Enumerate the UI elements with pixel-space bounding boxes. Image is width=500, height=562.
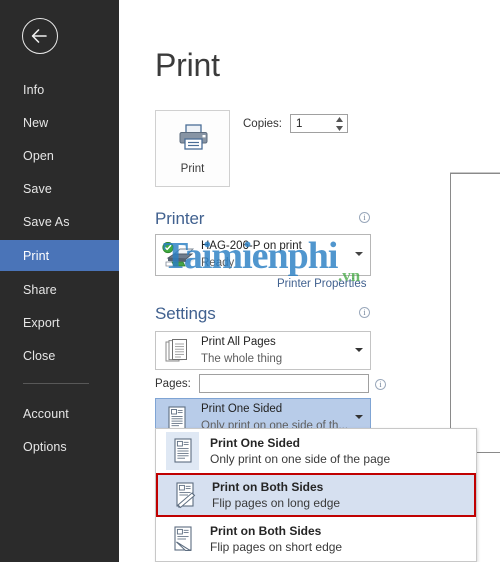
- sidebar-item-save[interactable]: Save: [0, 173, 119, 204]
- sidebar-item-label: Save: [23, 181, 52, 196]
- chevron-down-icon[interactable]: [355, 252, 363, 256]
- printer-section-heading: Printer: [155, 209, 205, 228]
- dropdown-item-both-sides-long-edge[interactable]: Print on Both Sides Flip pages on long e…: [156, 473, 476, 517]
- dropdown-item-one-sided[interactable]: Print One Sided Only print on one side o…: [156, 429, 476, 473]
- chevron-down-icon[interactable]: [355, 415, 363, 419]
- pages-input[interactable]: [199, 374, 369, 393]
- sidebar-item-share[interactable]: Share: [0, 274, 119, 305]
- sidebar-item-print[interactable]: Print: [0, 240, 119, 271]
- sidebar-item-new[interactable]: New: [0, 107, 119, 138]
- sidebar-item-label: Info: [23, 82, 45, 97]
- copies-control: Copies: 1: [243, 114, 348, 133]
- print-range-subtitle: The whole thing: [201, 353, 283, 365]
- all-pages-icon: [165, 339, 189, 369]
- spinner-updown-icon[interactable]: [335, 116, 344, 132]
- print-button-label: Print: [180, 162, 205, 175]
- sidebar-item-label: Share: [23, 282, 57, 297]
- settings-section-heading: Settings: [155, 304, 216, 323]
- info-icon[interactable]: i: [375, 379, 386, 390]
- sidebar-divider: [23, 383, 89, 384]
- dropdown-item-text: Print on Both Sides Flip pages on long e…: [212, 480, 340, 510]
- print-sides-dropdown-menu: Print One Sided Only print on one side o…: [155, 428, 477, 562]
- page-title: Print: [155, 47, 220, 83]
- sidebar-item-options[interactable]: Options: [0, 431, 119, 462]
- sidebar-item-label: Open: [23, 148, 54, 163]
- print-backstage-screen: Info New Open Save Save As Print Share E…: [0, 0, 500, 562]
- pages-label: Pages:: [155, 378, 191, 390]
- dropdown-item-both-sides-short-edge[interactable]: Print on Both Sides Flip pages on short …: [156, 517, 476, 561]
- dropdown-item-subtitle: Flip pages on short edge: [210, 540, 343, 554]
- printer-properties-link[interactable]: Printer Properties: [277, 278, 366, 290]
- dropdown-item-title: Print on Both Sides: [210, 524, 322, 538]
- sidebar-item-label: Account: [23, 406, 69, 421]
- dropdown-item-title: Print One Sided: [210, 436, 301, 450]
- sidebar-item-info[interactable]: Info: [0, 74, 119, 105]
- print-range-combo[interactable]: Print All Pages The whole thing: [155, 331, 371, 370]
- dropdown-item-subtitle: Only print on one side of the page: [210, 452, 391, 466]
- back-arrow-icon[interactable]: [22, 18, 58, 54]
- printer-status: Ready: [201, 257, 235, 269]
- print-button[interactable]: Print: [155, 110, 230, 187]
- copies-value: 1: [296, 117, 303, 130]
- sidebar-item-label: Export: [23, 315, 60, 330]
- document-preview-page: [450, 173, 500, 453]
- chevron-down-icon[interactable]: [355, 348, 363, 352]
- backstage-sidebar: Info New Open Save Save As Print Share E…: [0, 0, 119, 562]
- printer-name: HAG-206-P on print: [201, 240, 302, 252]
- both-sides-long-edge-icon: [168, 476, 201, 514]
- sidebar-item-open[interactable]: Open: [0, 140, 119, 171]
- one-sided-icon: [166, 432, 199, 470]
- sidebar-item-label: Print: [23, 248, 50, 263]
- sidebar-item-label: Options: [23, 439, 67, 454]
- info-icon[interactable]: i: [359, 212, 370, 223]
- printer-icon: [177, 123, 209, 156]
- printer-selector[interactable]: HAG-206-P on print Ready: [155, 234, 371, 276]
- copies-stepper[interactable]: 1: [290, 114, 348, 133]
- printer-ready-check-icon: [162, 241, 196, 275]
- sidebar-item-close[interactable]: Close: [0, 340, 119, 371]
- sidebar-item-label: Save As: [23, 214, 70, 229]
- sidebar-item-label: New: [23, 115, 49, 130]
- sidebar-item-account[interactable]: Account: [0, 398, 119, 429]
- print-sides-title: Print One Sided: [201, 403, 283, 415]
- print-range-title: Print All Pages: [201, 336, 276, 348]
- copies-label: Copies:: [243, 117, 282, 130]
- both-sides-short-edge-icon: [166, 520, 199, 558]
- info-icon[interactable]: i: [359, 307, 370, 318]
- dropdown-item-text: Print on Both Sides Flip pages on short …: [210, 524, 342, 554]
- sidebar-item-export[interactable]: Export: [0, 307, 119, 338]
- sidebar-item-save-as[interactable]: Save As: [0, 206, 119, 237]
- dropdown-item-title: Print on Both Sides: [212, 480, 324, 494]
- dropdown-item-text: Print One Sided Only print on one side o…: [210, 436, 390, 466]
- sidebar-item-label: Close: [23, 348, 56, 363]
- dropdown-item-subtitle: Flip pages on long edge: [212, 496, 341, 510]
